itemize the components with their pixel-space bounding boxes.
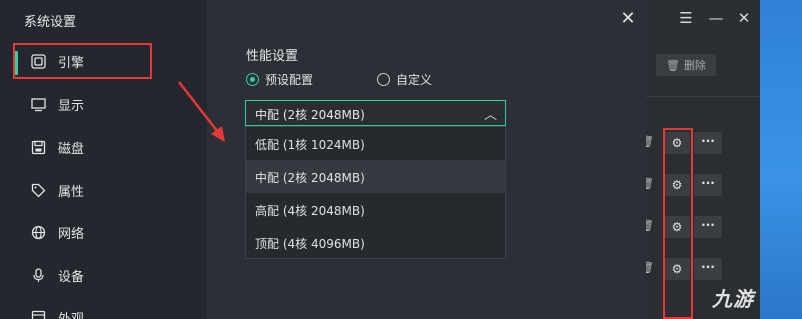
list-item: 🗑 ⚙ ··· (630, 130, 760, 156)
sidebar-item-label: 属性 (58, 184, 85, 200)
watermark: 九游 (712, 287, 754, 311)
dialog-title: 系统设置 (0, 0, 207, 38)
sidebar-item-label: 磁盘 (58, 141, 85, 157)
appearance-icon (30, 309, 46, 319)
sidebar-item-label: 外观 (58, 311, 85, 319)
sidebar-item-appearance[interactable]: 外观 (18, 300, 188, 319)
microphone-icon (30, 267, 46, 283)
monitor-icon (30, 96, 46, 112)
dropdown-option[interactable]: 顶配 (4核 4096MB) (246, 226, 505, 259)
tag-icon (30, 182, 46, 198)
radio-unchecked-icon (377, 73, 390, 86)
minimize-icon[interactable]: — (704, 8, 728, 28)
custom-config-radio[interactable]: 自定义 (377, 71, 432, 88)
more-icon[interactable]: ··· (694, 216, 722, 238)
trash-icon: 🗑 (666, 58, 680, 72)
list-item: 🗑 ⚙ ··· (630, 214, 760, 240)
performance-select[interactable]: 中配 (2核 2048MB) ︿ (245, 100, 506, 126)
engine-highlight-box (13, 43, 152, 79)
sidebar-item-network[interactable]: 网络 (18, 215, 188, 249)
section-title: 性能设置 (246, 49, 299, 64)
delete-button[interactable]: 🗑 删除 (656, 54, 716, 76)
more-icon[interactable]: ··· (694, 174, 722, 196)
delete-label: 删除 (683, 59, 706, 72)
sidebar-item-label: 设备 (58, 269, 85, 285)
background-app-window: ☰ — ✕ 🗑 删除 🗑 ⚙ ··· 🗑 ⚙ ··· 🗑 ⚙ ··· 🗑 ⚙ ·… (630, 0, 760, 319)
dropdown-option[interactable]: 高配 (4核 2048MB) (246, 193, 505, 226)
gear-column-highlight (663, 128, 693, 319)
performance-dropdown: 低配 (1核 1024MB) 中配 (2核 2048MB) 高配 (4核 204… (245, 126, 506, 259)
radio-checked-icon (246, 73, 259, 86)
settings-dialog: 系统设置 ✕ 引擎 显示 磁盘 属性 网络 设备 外观 性能设置 预设配置 自定… (0, 0, 646, 319)
divider (630, 96, 760, 97)
radio-label: 预设配置 (265, 73, 314, 87)
radio-label: 自定义 (396, 73, 433, 87)
sidebar-item-label: 网络 (58, 226, 85, 242)
background-titlebar: ☰ — ✕ (630, 0, 760, 38)
sidebar-item-display[interactable]: 显示 (18, 87, 188, 121)
desktop-background (760, 0, 802, 319)
select-value: 中配 (2核 2048MB) (255, 108, 365, 122)
more-icon[interactable]: ··· (694, 132, 722, 154)
chevron-up-icon: ︿ (483, 108, 497, 123)
preset-config-radio[interactable]: 预设配置 (246, 71, 313, 88)
sidebar-item-devices[interactable]: 设备 (18, 258, 188, 292)
dropdown-option[interactable]: 低配 (1核 1024MB) (246, 127, 505, 160)
disk-icon (30, 139, 46, 155)
globe-icon (30, 224, 46, 240)
more-icon[interactable]: ··· (694, 258, 722, 280)
close-icon[interactable]: ✕ (616, 8, 640, 30)
close-icon[interactable]: ✕ (732, 8, 756, 28)
annotation-arrow (178, 81, 225, 142)
sidebar-item-label: 显示 (58, 98, 85, 114)
sidebar-item-properties[interactable]: 属性 (18, 173, 188, 207)
list-item: 🗑 ⚙ ··· (630, 256, 760, 282)
menu-icon[interactable]: ☰ (674, 8, 698, 28)
sidebar-item-disk[interactable]: 磁盘 (18, 130, 188, 164)
list-item: 🗑 ⚙ ··· (630, 172, 760, 198)
dropdown-option-selected[interactable]: 中配 (2核 2048MB) (246, 160, 505, 193)
